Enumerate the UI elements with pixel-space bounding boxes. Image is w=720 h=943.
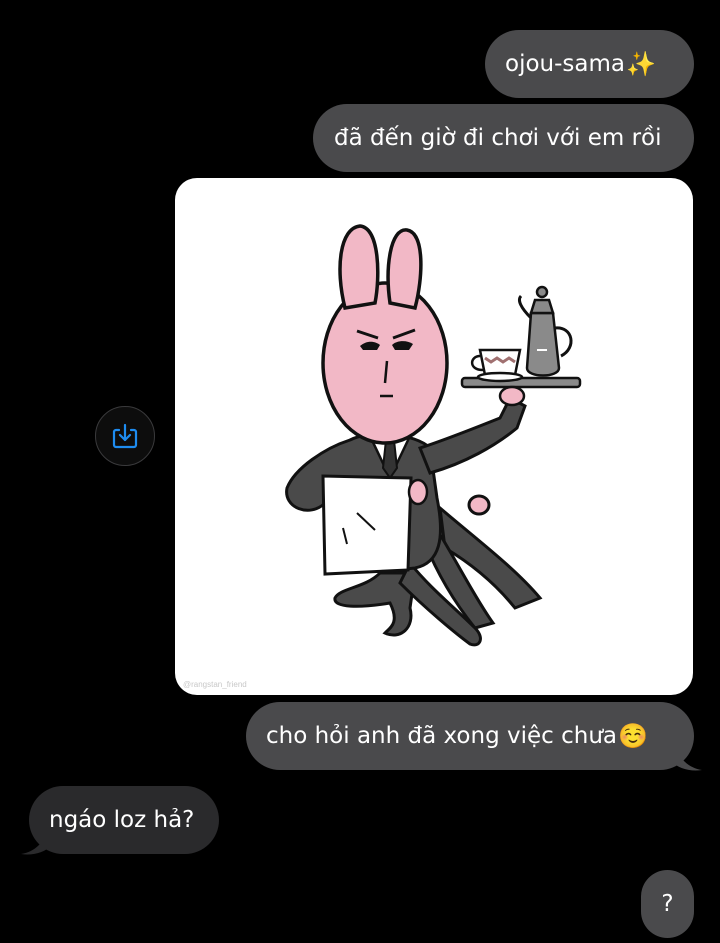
bubble-tail	[21, 824, 51, 855]
message-text: ojou-sama	[505, 51, 625, 77]
message-text: ?	[661, 891, 674, 917]
sparkles-emoji: ✨	[626, 50, 656, 78]
bubble-tail	[672, 740, 702, 771]
message-bubble-sent[interactable]: đã đến giờ đi chơi với em rồi	[313, 104, 694, 172]
message-bubble-sent[interactable]: ?	[641, 870, 694, 938]
save-image-icon	[112, 423, 138, 449]
image-watermark: @rangstan_friend	[183, 680, 247, 689]
save-image-button[interactable]	[95, 406, 155, 466]
message-text: đã đến giờ đi chơi với em rồi	[334, 125, 662, 151]
message-bubble-received[interactable]: ngáo loz hả?	[29, 786, 219, 854]
rabbit-butler-illustration	[285, 224, 582, 647]
message-text: ngáo loz hả?	[49, 807, 195, 833]
image-message[interactable]: @rangstan_friend	[175, 178, 693, 695]
smiling-face-emoji: ☺️	[618, 722, 648, 750]
message-bubble-sent[interactable]: ojou-sama ✨	[485, 30, 694, 98]
message-text: cho hỏi anh đã xong việc chưa	[266, 723, 617, 749]
message-bubble-sent[interactable]: cho hỏi anh đã xong việc chưa ☺️	[246, 702, 694, 770]
